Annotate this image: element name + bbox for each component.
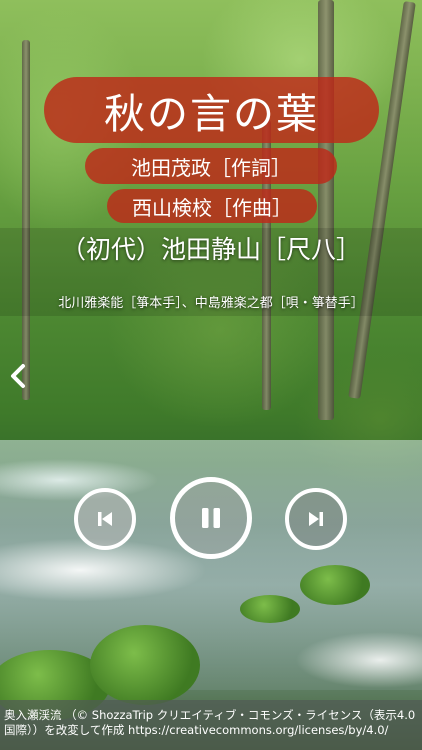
skip-previous-icon [98, 512, 112, 526]
mossy-rock [300, 565, 370, 605]
back-button[interactable] [6, 362, 30, 390]
mossy-rock [90, 625, 200, 705]
mossy-rock [240, 595, 300, 623]
tree-trunk [22, 40, 30, 400]
other-performers: 北川雅楽能［箏本手］、中島雅楽之都［唄・箏替手］ [58, 296, 364, 311]
pause-button[interactable] [170, 477, 252, 559]
photo-credit: 奥入瀬渓流 （© ShozzaTrip クリエイティブ・コモンズ・ライセンス（表… [0, 700, 422, 750]
skip-next-icon [309, 512, 323, 526]
lyricist-label: 池田茂政［作詞］ [85, 148, 337, 184]
tree-trunk [318, 0, 334, 420]
pause-icon [202, 508, 220, 528]
chevron-left-icon [11, 364, 25, 388]
composer-label: 西山検校［作曲］ [107, 189, 317, 223]
next-track-button[interactable] [285, 488, 347, 550]
previous-track-button[interactable] [74, 488, 136, 550]
song-title: 秋の言の葉 [44, 77, 379, 143]
main-performer: （初代）池田静山［尺八］ [60, 235, 361, 264]
